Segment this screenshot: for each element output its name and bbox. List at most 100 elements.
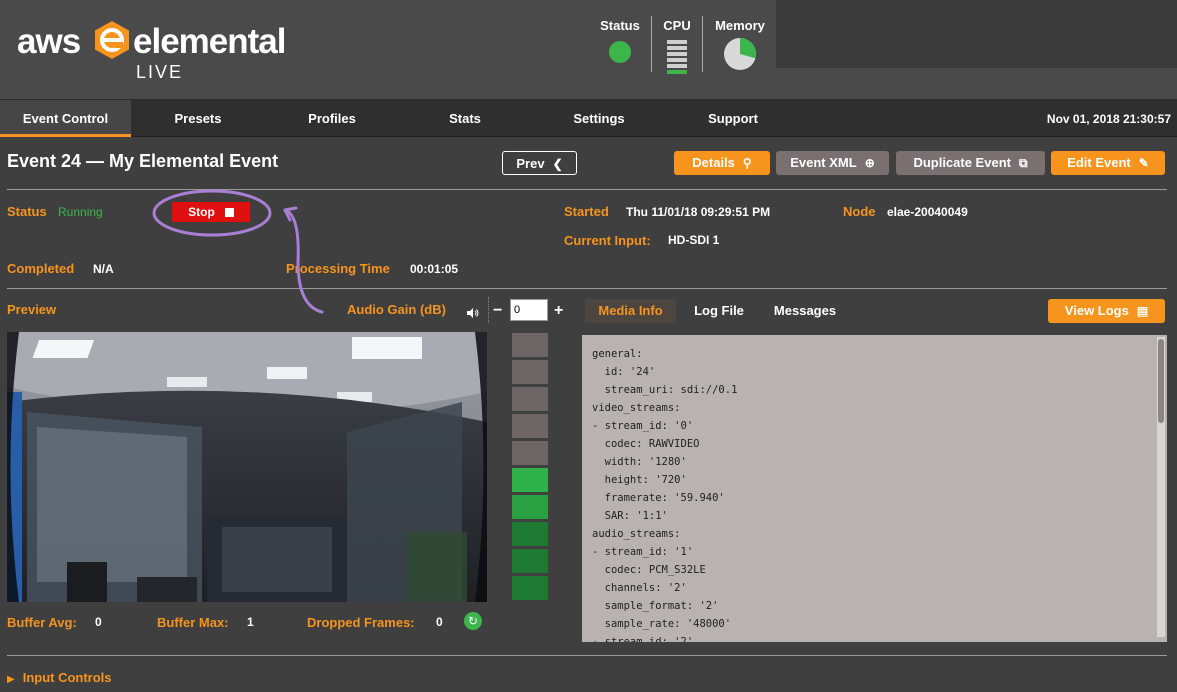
meter-segment	[512, 441, 548, 465]
list-window-icon: ▤	[1136, 304, 1149, 318]
audio-gain-input[interactable]	[510, 299, 548, 321]
tab-stats[interactable]: Stats	[405, 100, 525, 137]
prev-button[interactable]: Prev ❮	[502, 151, 577, 175]
meter-segment	[512, 387, 548, 411]
audio-gain-label: Audio Gain (dB)	[347, 302, 446, 317]
buffer-max-value: 1	[247, 615, 254, 629]
speaker-icon	[467, 308, 479, 318]
stop-button[interactable]: Stop	[172, 202, 250, 222]
logo-live-text: LIVE	[136, 62, 184, 82]
duplicate-event-button-label: Duplicate Event	[913, 155, 1011, 170]
buffer-max-label: Buffer Max:	[157, 615, 229, 630]
details-button-label: Details	[692, 155, 735, 170]
current-input-value: HD-SDI 1	[668, 233, 720, 247]
status-label: Status	[600, 18, 640, 33]
meter-segment	[512, 522, 548, 546]
edit-event-button[interactable]: Edit Event ✎	[1051, 151, 1165, 175]
header-divider	[702, 16, 703, 72]
event-xml-button[interactable]: Event XML ⊕	[776, 151, 889, 175]
tab-event-control[interactable]: Event Control	[0, 100, 131, 137]
tab-log-file[interactable]: Log File	[683, 299, 755, 323]
scrollbar-thumb[interactable]	[1158, 339, 1164, 423]
meter-segment	[512, 333, 548, 357]
memory-pie-icon	[724, 38, 756, 70]
current-input-label: Current Input:	[564, 233, 651, 248]
media-info-panel[interactable]: general: id: '24' stream_uri: sdi://0.1 …	[582, 335, 1167, 642]
tab-settings[interactable]: Settings	[539, 100, 659, 137]
tab-profiles[interactable]: Profiles	[272, 100, 392, 137]
divider	[7, 189, 1167, 190]
dropped-frames-label: Dropped Frames:	[307, 615, 415, 630]
tab-presets[interactable]: Presets	[138, 100, 258, 137]
preview-label: Preview	[7, 302, 57, 317]
input-controls-toggle[interactable]: ▶ Input Controls	[7, 669, 112, 687]
cpu-status: CPU	[660, 18, 694, 76]
tab-support[interactable]: Support	[673, 100, 793, 137]
tab-media-info[interactable]: Media Info	[585, 299, 676, 323]
stop-button-label: Stop	[188, 205, 215, 219]
current-datetime: Nov 01, 2018 21:30:57	[1046, 112, 1171, 126]
status-value: Running	[58, 205, 103, 219]
system-status: Status	[598, 18, 642, 63]
input-controls-label: Input Controls	[22, 670, 112, 685]
node-label: Node	[843, 204, 876, 219]
chevron-left-icon: ❮	[552, 157, 563, 171]
header-divider	[651, 16, 652, 72]
annotation-arrowhead	[283, 206, 298, 222]
divider	[488, 297, 489, 323]
duplicate-event-button[interactable]: Duplicate Event ⧉	[896, 151, 1045, 175]
logo-elemental-text: elemental	[133, 22, 286, 61]
meter-segment	[512, 549, 548, 573]
preview-frame-image	[7, 332, 487, 602]
prev-button-label: Prev	[516, 156, 545, 171]
meter-segment	[512, 495, 548, 519]
caret-right-icon: ▶	[7, 674, 15, 685]
status-indicator	[609, 41, 631, 63]
cpu-meter-icon	[667, 40, 687, 74]
buffer-avg-label: Buffer Avg:	[7, 615, 77, 630]
media-info-text: general: id: '24' stream_uri: sdi://0.1 …	[592, 348, 738, 642]
pencil-icon: ✎	[1138, 156, 1149, 170]
buffer-avg-value: 0	[95, 615, 102, 629]
video-preview	[7, 332, 487, 602]
view-logs-button-label: View Logs	[1064, 303, 1129, 318]
details-button[interactable]: Details ⚲	[674, 151, 770, 175]
node-value: elae-20040049	[887, 205, 968, 219]
event-xml-button-label: Event XML	[790, 155, 857, 170]
main-nav: Event Control Presets Profiles Stats Set…	[0, 100, 1177, 137]
meter-segment	[512, 360, 548, 384]
header-right-panel	[776, 0, 1177, 68]
meter-segment	[512, 576, 548, 600]
copy-icon: ⧉	[1018, 156, 1028, 170]
memory-label: Memory	[715, 18, 765, 33]
status-label: Status	[7, 204, 47, 219]
processing-time-value: 00:01:05	[410, 262, 459, 276]
cpu-label: CPU	[663, 18, 691, 33]
elemental-hex-icon	[95, 21, 129, 59]
completed-label: Completed	[7, 261, 75, 276]
view-logs-button[interactable]: View Logs ▤	[1048, 299, 1165, 323]
meter-segment	[512, 414, 548, 438]
dropped-frames-value: 0	[436, 615, 443, 629]
app-header: aws elemental LIVE Status CPU Memory	[0, 0, 1177, 100]
audio-level-meter	[512, 333, 548, 603]
stop-square-icon	[224, 208, 234, 217]
completed-value: N/A	[93, 262, 114, 276]
circle-plus-icon: ⊕	[864, 156, 875, 170]
gain-decrease-button[interactable]: −	[493, 302, 502, 320]
tab-messages[interactable]: Messages	[765, 299, 845, 323]
started-label: Started	[564, 204, 609, 219]
divider	[7, 655, 1167, 656]
memory-status: Memory	[712, 18, 768, 74]
page-title: Event 24 — My Elemental Event	[7, 151, 279, 171]
processing-time-label: Processing Time	[286, 261, 390, 276]
divider	[7, 288, 1167, 289]
edit-event-button-label: Edit Event	[1067, 155, 1131, 170]
started-value: Thu 11/01/18 09:29:51 PM	[626, 205, 771, 219]
logo-aws-text: aws	[17, 22, 81, 61]
meter-segment	[512, 468, 548, 492]
search-icon: ⚲	[742, 156, 752, 170]
gain-increase-button[interactable]: +	[554, 302, 563, 320]
media-info-scrollbar[interactable]	[1157, 337, 1165, 637]
reset-counters-icon[interactable]: ↻	[464, 612, 482, 630]
